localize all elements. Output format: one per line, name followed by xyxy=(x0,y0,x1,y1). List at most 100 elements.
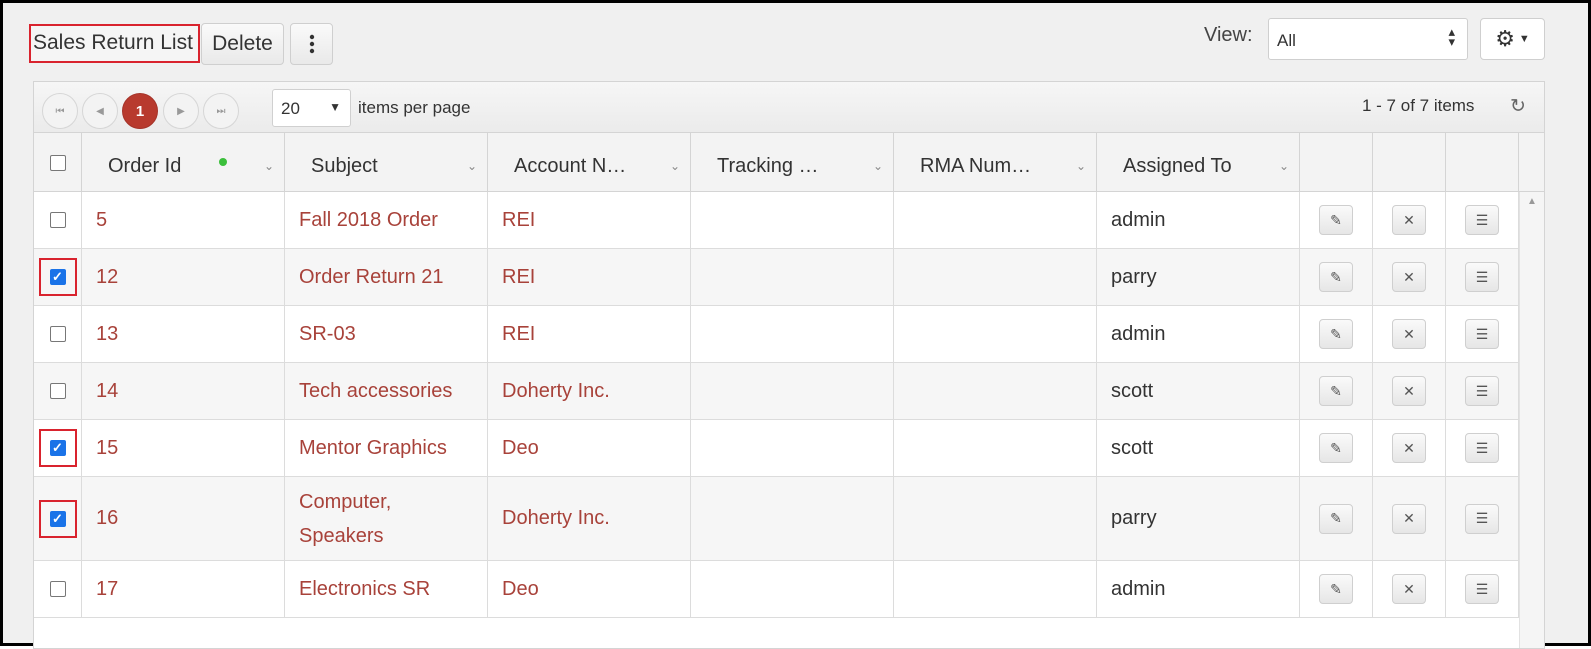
edit-button[interactable]: ✎ xyxy=(1319,433,1353,463)
scroll-up-icon[interactable]: ▲ xyxy=(1527,196,1537,207)
subject-link[interactable]: Mentor Graphics xyxy=(299,437,447,460)
delete-row-button[interactable]: ✕ xyxy=(1392,376,1426,406)
edit-button[interactable]: ✎ xyxy=(1319,376,1353,406)
chevron-down-icon[interactable]: ⌄ xyxy=(1279,159,1289,173)
subject-link[interactable]: SR-03 xyxy=(299,323,356,346)
prev-page-button[interactable]: ◀ xyxy=(82,93,118,129)
table-row[interactable]: 13 SR-03 REI admin ✎ ✕ ☰ xyxy=(34,306,1519,363)
column-header-order-id[interactable]: Order Id ⌄ xyxy=(82,133,285,192)
row-menu-button[interactable]: ☰ xyxy=(1465,262,1499,292)
edit-cell: ✎ xyxy=(1300,192,1373,248)
column-header-assigned-to[interactable]: Assigned To ⌄ xyxy=(1097,133,1300,192)
more-actions-button[interactable] xyxy=(290,23,333,65)
items-per-page-select[interactable]: 20 ▼ xyxy=(272,89,351,127)
first-page-button[interactable]: ⏮ xyxy=(42,93,78,129)
last-page-button[interactable]: ⏭ xyxy=(203,93,239,129)
pager: ⏮ ◀ 1 ▶ ⏭ 20 ▼ items per page 1 - 7 of 7… xyxy=(34,82,1544,133)
table-row[interactable]: 5 Fall 2018 Order REI admin ✎ ✕ ☰ xyxy=(34,192,1519,249)
row-checkbox[interactable] xyxy=(49,383,66,399)
column-header-tracking[interactable]: Tracking … ⌄ xyxy=(691,133,894,192)
settings-button[interactable]: ⚙ ▼ xyxy=(1480,18,1545,60)
table-row[interactable]: ✓ 12 Order Return 21 REI parry ✎ ✕ ☰ xyxy=(34,249,1519,306)
table-row[interactable]: 17 Electronics SR Deo admin ✎ ✕ ☰ xyxy=(34,561,1519,618)
edit-button[interactable]: ✎ xyxy=(1319,262,1353,292)
delete-row-button[interactable]: ✕ xyxy=(1392,262,1426,292)
row-menu-button[interactable]: ☰ xyxy=(1465,574,1499,604)
subject-line: Electronics SR xyxy=(299,577,431,600)
order-id-link[interactable]: 13 xyxy=(96,323,118,346)
account-name-link[interactable]: REI xyxy=(502,209,535,232)
select-all-checkbox[interactable] xyxy=(49,154,66,171)
row-checkbox[interactable] xyxy=(49,212,66,228)
column-header-account-name[interactable]: Account N… ⌄ xyxy=(488,133,691,192)
subject-link[interactable]: Fall 2018 Order xyxy=(299,209,438,232)
account-name-link[interactable]: REI xyxy=(502,266,535,289)
delete-row-cell: ✕ xyxy=(1373,561,1446,617)
edit-button[interactable]: ✎ xyxy=(1319,503,1353,534)
delete-button[interactable]: Delete xyxy=(201,23,284,65)
assigned-to-cell: scott xyxy=(1097,363,1300,419)
delete-row-cell: ✕ xyxy=(1373,306,1446,362)
row-menu-button[interactable]: ☰ xyxy=(1465,433,1499,463)
vertical-scrollbar[interactable]: ▲ xyxy=(1519,192,1544,648)
refresh-icon[interactable]: ↻ xyxy=(1510,95,1526,118)
row-menu-button[interactable]: ☰ xyxy=(1465,376,1499,406)
order-id-link[interactable]: 16 xyxy=(96,507,118,530)
row-menu-cell: ☰ xyxy=(1446,561,1519,617)
menu-icon: ☰ xyxy=(1475,382,1489,399)
current-page-button[interactable]: 1 xyxy=(122,93,158,129)
subject-cell: Electronics SR xyxy=(285,561,488,617)
delete-row-cell: ✕ xyxy=(1373,420,1446,476)
view-select[interactable]: All ▴ ▾ xyxy=(1268,18,1468,60)
column-header-rma-number[interactable]: RMA Num… ⌄ xyxy=(894,133,1097,192)
table-row[interactable]: ✓ 15 Mentor Graphics Deo scott ✎ ✕ ☰ xyxy=(34,420,1519,477)
delete-row-button[interactable]: ✕ xyxy=(1392,574,1426,604)
delete-row-button[interactable]: ✕ xyxy=(1392,503,1426,534)
close-icon: ✕ xyxy=(1403,580,1415,597)
row-checkbox[interactable]: ✓ xyxy=(49,440,66,456)
delete-row-button[interactable]: ✕ xyxy=(1392,319,1426,349)
account-name-link[interactable]: REI xyxy=(502,323,535,346)
account-name-link[interactable]: Doherty Inc. xyxy=(502,380,610,403)
delete-row-button[interactable]: ✕ xyxy=(1392,433,1426,463)
order-id-link[interactable]: 5 xyxy=(96,209,107,232)
rma-number-cell xyxy=(894,420,1097,476)
chevron-down-icon[interactable]: ⌄ xyxy=(264,159,274,173)
chevron-down-icon[interactable]: ⌄ xyxy=(873,159,883,173)
account-name-link[interactable]: Doherty Inc. xyxy=(502,507,610,530)
row-select-cell xyxy=(34,306,82,362)
edit-button[interactable]: ✎ xyxy=(1319,205,1353,235)
subject-link[interactable]: Electronics SR xyxy=(299,578,430,601)
edit-button[interactable]: ✎ xyxy=(1319,574,1353,604)
row-checkbox[interactable]: ✓ xyxy=(49,269,66,285)
subject-link[interactable]: Tech accessories xyxy=(299,380,452,403)
chevron-down-icon[interactable]: ⌄ xyxy=(467,159,477,173)
table-row[interactable]: 14 Tech accessories Doherty Inc. scott ✎ ✕ ☰ xyxy=(34,363,1519,420)
chevron-down-icon[interactable]: ⌄ xyxy=(1076,159,1086,173)
next-page-button[interactable]: ▶ xyxy=(163,93,199,129)
order-id-link[interactable]: 15 xyxy=(96,437,118,460)
row-checkbox[interactable] xyxy=(49,581,66,597)
delete-row-button[interactable]: ✕ xyxy=(1392,205,1426,235)
row-menu-cell: ☰ xyxy=(1446,306,1519,362)
row-checkbox[interactable] xyxy=(49,326,66,342)
subject-link[interactable]: Computer, Speakers xyxy=(299,485,391,553)
order-id-link[interactable]: 17 xyxy=(96,578,118,601)
row-checkbox[interactable]: ✓ xyxy=(49,510,66,527)
account-name-link[interactable]: Deo xyxy=(502,578,539,601)
row-menu-button[interactable]: ☰ xyxy=(1465,319,1499,349)
tracking-cell xyxy=(691,420,894,476)
account-name-link[interactable]: Deo xyxy=(502,437,539,460)
row-menu-button[interactable]: ☰ xyxy=(1465,503,1499,534)
chevron-down-icon[interactable]: ⌄ xyxy=(670,159,680,173)
column-header-subject[interactable]: Subject ⌄ xyxy=(285,133,488,192)
edit-button[interactable]: ✎ xyxy=(1319,319,1353,349)
rma-number-cell xyxy=(894,306,1097,362)
order-id-link[interactable]: 12 xyxy=(96,266,118,289)
table-row[interactable]: ✓ 16 Computer, Speakers Doherty Inc. parry ✎ ✕ ☰ xyxy=(34,477,1519,561)
order-id-link[interactable]: 14 xyxy=(96,380,118,403)
menu-icon: ☰ xyxy=(1475,510,1489,526)
checkbox-highlight: ✓ xyxy=(38,258,77,296)
row-menu-button[interactable]: ☰ xyxy=(1465,205,1499,235)
subject-link[interactable]: Order Return 21 xyxy=(299,266,444,289)
